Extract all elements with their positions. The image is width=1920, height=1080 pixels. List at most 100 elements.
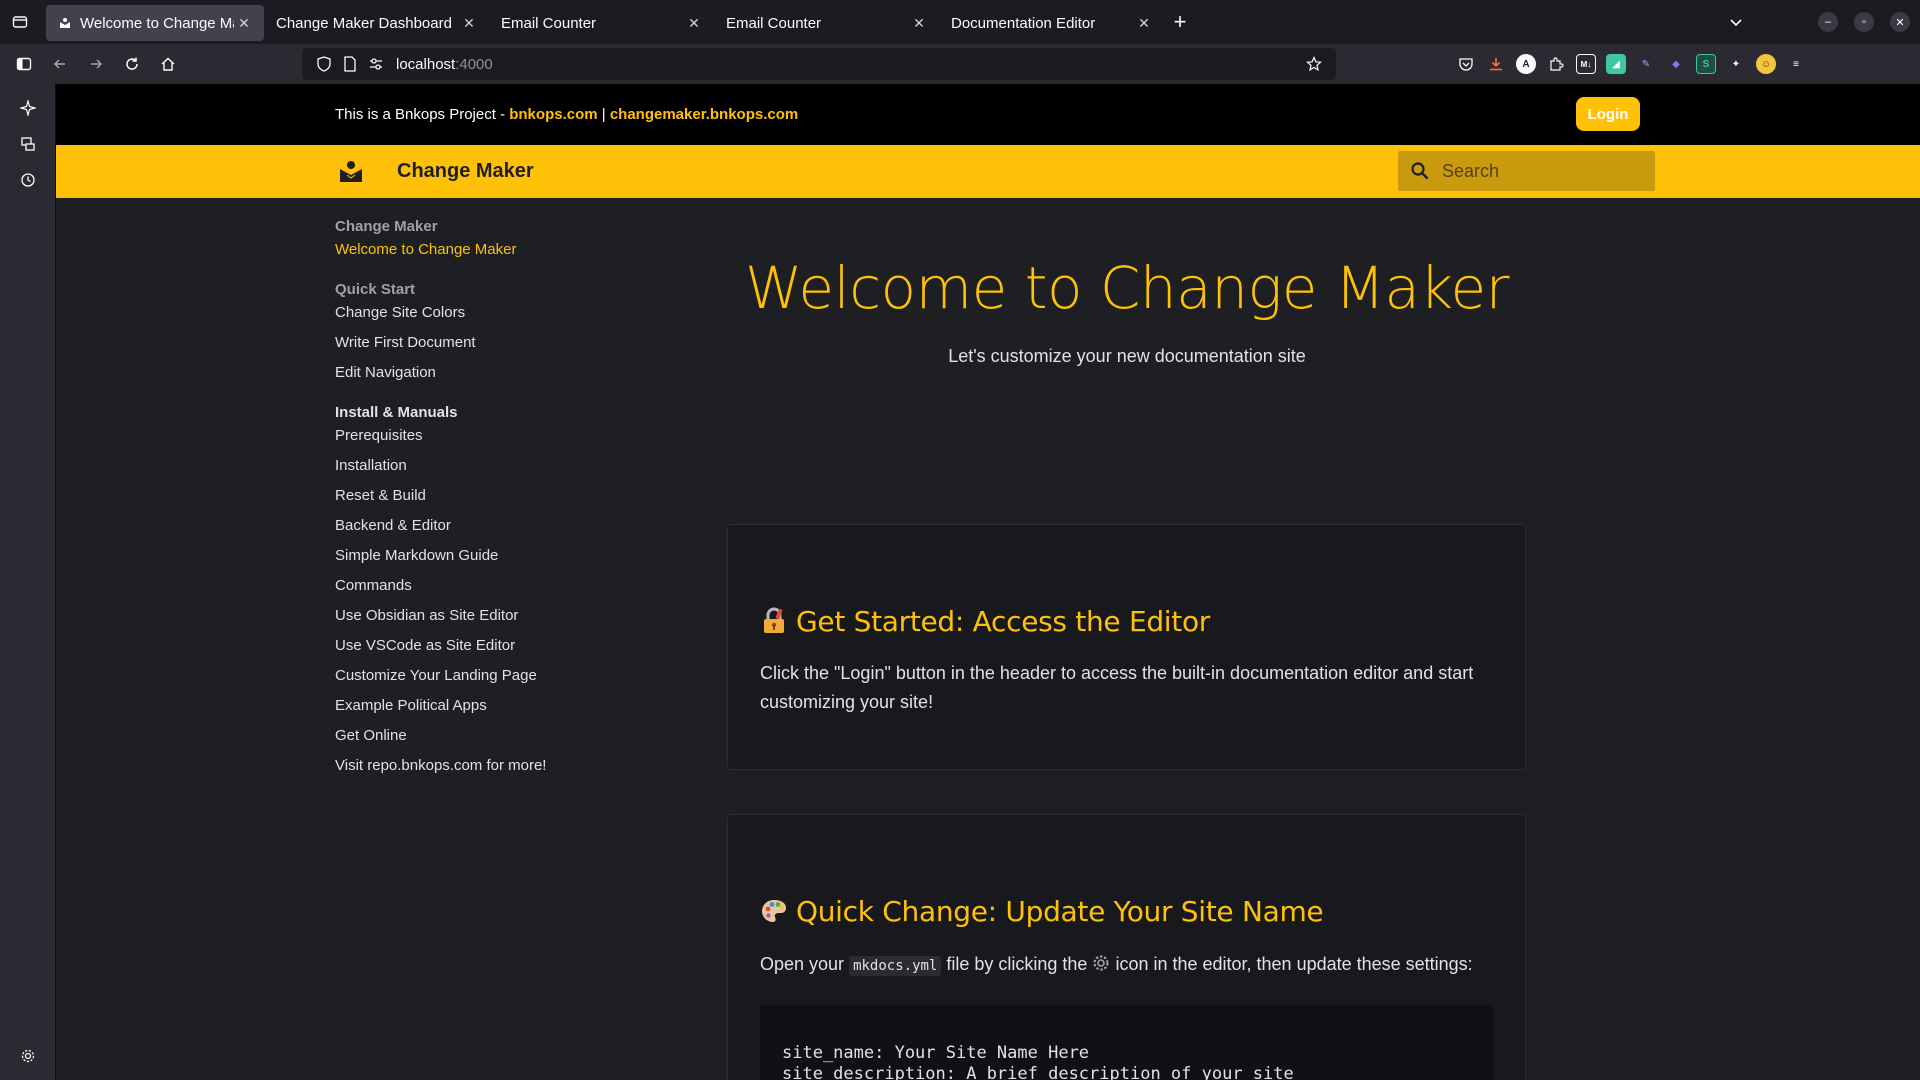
markdown-extension-icon[interactable]: M↓: [1576, 54, 1596, 74]
tab-documentation-editor[interactable]: Documentation Editor ✕: [939, 5, 1164, 41]
app-menu-icon[interactable]: ≡: [1786, 54, 1806, 74]
sidebar-toggle-icon[interactable]: [6, 48, 42, 80]
reload-icon[interactable]: [114, 48, 150, 80]
pocket-icon[interactable]: [1456, 54, 1476, 74]
lock-with-key-icon: [760, 607, 788, 635]
nav-item-edit-navigation[interactable]: Edit Navigation: [335, 358, 635, 388]
site-title[interactable]: Change Maker: [397, 160, 534, 183]
search-input[interactable]: [1442, 160, 1642, 182]
change-maker-favicon-icon: [58, 16, 72, 30]
ai-chatbot-icon[interactable]: [0, 90, 56, 126]
bird-extension-icon[interactable]: ✦: [1726, 54, 1746, 74]
nav-item-commands[interactable]: Commands: [335, 571, 635, 601]
nav-section-title: Change Maker: [335, 218, 438, 235]
nav-item-write-first-document[interactable]: Write First Document: [335, 328, 635, 358]
nav-item-visit-repo[interactable]: Visit repo.bnkops.com for more!: [335, 751, 635, 781]
nav-item-customize-landing-page[interactable]: Customize Your Landing Page: [335, 661, 635, 691]
bnkops-link[interactable]: bnkops.com: [509, 106, 597, 123]
new-tab-button[interactable]: +: [1164, 6, 1196, 38]
url-port: :4000: [455, 55, 493, 73]
tab-title: Documentation Editor: [951, 14, 1096, 32]
close-tab-icon[interactable]: ✕: [234, 13, 254, 33]
history-icon[interactable]: [0, 162, 56, 198]
quick-change-card: Quick Change: Update Your Site Name Open…: [727, 814, 1526, 1080]
nav-item-welcome[interactable]: Welcome to Change Maker: [335, 235, 635, 265]
card-body: Click the "Login" button in the header t…: [760, 663, 1474, 712]
project-text: This is a Bnkops Project -: [335, 106, 510, 123]
nav-item-example-political-apps[interactable]: Example Political Apps: [335, 691, 635, 721]
page-info-icon[interactable]: [338, 52, 362, 76]
list-all-tabs-icon[interactable]: [1718, 6, 1754, 38]
green-extension-icon[interactable]: ◢: [1606, 54, 1626, 74]
browser-tab-bar: Welcome to Change Maker ✕ Change Maker D…: [0, 0, 1920, 44]
card-title: Get Started: Access the Editor: [796, 605, 1211, 638]
pen-extension-icon[interactable]: ✎: [1636, 54, 1656, 74]
close-tab-icon[interactable]: ✕: [909, 13, 929, 33]
changemaker-link[interactable]: changemaker.bnkops.com: [610, 106, 798, 123]
nav-section-quick-start: Quick Start Change Site Colors Write Fir…: [335, 281, 635, 388]
close-tab-icon[interactable]: ✕: [459, 13, 479, 33]
artist-palette-icon: [760, 897, 788, 925]
body-text: file by clicking the: [941, 954, 1093, 974]
login-button[interactable]: Login: [1576, 97, 1640, 131]
home-icon[interactable]: [150, 48, 186, 80]
forward-icon[interactable]: [78, 48, 114, 80]
card-heading: Get Started: Access the Editor: [760, 605, 1210, 638]
url-bar[interactable]: localhost:4000: [302, 48, 1336, 80]
close-tab-icon[interactable]: ✕: [1134, 13, 1154, 33]
code-block: site_name: Your Site Name Here site_desc…: [760, 1005, 1494, 1080]
card-heading: Quick Change: Update Your Site Name: [760, 895, 1324, 928]
nav-item-vscode-editor[interactable]: Use VSCode as Site Editor: [335, 631, 635, 661]
search-icon: [1398, 161, 1442, 181]
bookmark-star-icon[interactable]: [1302, 52, 1326, 76]
nav-item-reset-build[interactable]: Reset & Build: [335, 481, 635, 511]
sidebar-settings-gear-icon[interactable]: [0, 1038, 56, 1074]
browser-nav-bar: localhost:4000 A M↓ ◢ ✎ ◆ S ✦ ☺ ≡: [0, 44, 1920, 84]
site-header: Change Maker: [56, 145, 1920, 198]
page-subtitle: Let's customize your new documentation s…: [948, 346, 1306, 366]
tab-email-counter-1[interactable]: Email Counter ✕: [489, 5, 714, 41]
tab-email-counter-2[interactable]: Email Counter ✕: [714, 5, 939, 41]
card-body: Open your mkdocs.yml file by clicking th…: [760, 950, 1500, 981]
nav-section-title: Install & Manuals: [335, 404, 458, 421]
minimize-window-button[interactable]: –: [1818, 12, 1838, 32]
purple-drop-extension-icon[interactable]: ◆: [1666, 54, 1686, 74]
body-text: Open your: [760, 954, 850, 974]
tab-title: Welcome to Change Maker: [80, 14, 234, 32]
tab-title: Email Counter: [726, 14, 822, 32]
back-icon[interactable]: [42, 48, 78, 80]
tab-welcome[interactable]: Welcome to Change Maker ✕: [46, 5, 264, 41]
emoji-extension-icon[interactable]: ☺: [1756, 54, 1776, 74]
s-extension-icon[interactable]: S: [1696, 54, 1716, 74]
downloads-icon[interactable]: [1486, 54, 1506, 74]
change-maker-logo-icon[interactable]: [338, 159, 364, 185]
tracking-protection-shield-icon[interactable]: [312, 52, 336, 76]
firefox-view-icon[interactable]: [0, 0, 40, 44]
project-announcement-bar: This is a Bnkops Project - bnkops.com | …: [56, 84, 1920, 145]
close-window-button[interactable]: ✕: [1890, 12, 1910, 32]
nav-item-change-site-colors[interactable]: Change Site Colors: [335, 298, 635, 328]
extensions-puzzle-icon[interactable]: [1546, 54, 1566, 74]
web-page: This is a Bnkops Project - bnkops.com | …: [56, 84, 1920, 1080]
inline-code: mkdocs.yml: [849, 956, 942, 976]
permissions-icon[interactable]: [364, 52, 388, 76]
tab-title: Change Maker Dashboard: [276, 14, 452, 32]
close-tab-icon[interactable]: ✕: [684, 13, 704, 33]
body-text: icon in the editor, then update these se…: [1110, 954, 1473, 974]
url-host: localhost: [396, 55, 456, 73]
browser-sidebar: [0, 84, 56, 1080]
tab-dashboard[interactable]: Change Maker Dashboard ✕: [264, 5, 489, 41]
search-box[interactable]: [1398, 151, 1655, 191]
account-icon[interactable]: A: [1516, 54, 1536, 74]
restore-window-button[interactable]: ▫: [1854, 12, 1874, 32]
page-title: Welcome to Change Maker: [744, 254, 1510, 322]
nav-item-installation[interactable]: Installation: [335, 451, 635, 481]
nav-item-get-online[interactable]: Get Online: [335, 721, 635, 751]
docs-navigation: Change Maker Welcome to Change Maker Qui…: [335, 218, 635, 791]
nav-item-obsidian-editor[interactable]: Use Obsidian as Site Editor: [335, 601, 635, 631]
nav-item-simple-markdown-guide[interactable]: Simple Markdown Guide: [335, 541, 635, 571]
nav-item-backend-editor[interactable]: Backend & Editor: [335, 511, 635, 541]
synced-tabs-icon[interactable]: [0, 126, 56, 162]
hero: Welcome to Change Maker Let's customize …: [727, 254, 1527, 367]
nav-item-prerequisites[interactable]: Prerequisites: [335, 421, 635, 451]
